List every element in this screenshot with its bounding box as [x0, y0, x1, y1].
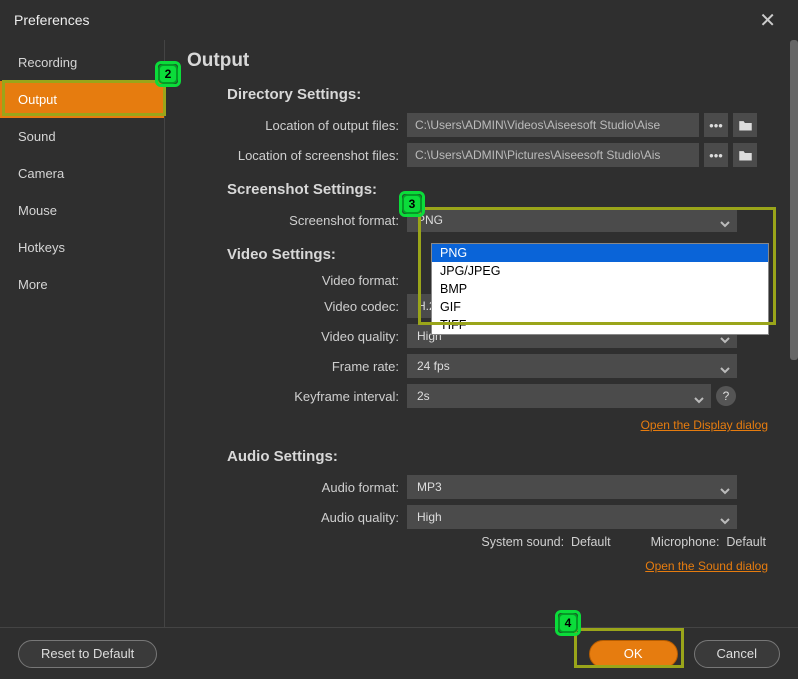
chevron-down-icon — [719, 214, 731, 238]
audio-format-value: MP3 — [417, 480, 442, 494]
screenshot-format-label: Screenshot format: — [187, 213, 407, 228]
option-tiff[interactable]: TIFF — [432, 316, 768, 334]
cancel-button[interactable]: Cancel — [694, 640, 780, 668]
sidebar-item-sound[interactable]: Sound — [0, 118, 164, 155]
sidebar-item-mouse[interactable]: Mouse — [0, 192, 164, 229]
audio-quality-value: High — [417, 510, 442, 524]
sidebar-item-recording[interactable]: Recording — [0, 44, 164, 81]
option-bmp[interactable]: BMP — [432, 280, 768, 298]
page-title: Output — [187, 50, 788, 72]
video-format-label: Video format: — [187, 273, 407, 288]
option-jpg[interactable]: JPG/JPEG — [432, 262, 768, 280]
footer: Reset to Default OK Cancel — [0, 627, 798, 679]
screenshot-path-field[interactable]: C:\Users\ADMIN\Pictures\Aiseesoft Studio… — [407, 143, 699, 167]
folder-icon[interactable] — [733, 143, 757, 167]
sidebar-item-camera[interactable]: Camera — [0, 155, 164, 192]
sidebar-item-hotkeys[interactable]: Hotkeys — [0, 229, 164, 266]
output-path-more-button[interactable]: ••• — [704, 113, 728, 137]
ok-button[interactable]: OK — [589, 640, 678, 668]
screenshot-format-select[interactable]: PNG — [407, 208, 737, 232]
section-screenshot: Screenshot Settings: — [227, 181, 788, 198]
help-icon[interactable]: ? — [716, 386, 736, 406]
audio-quality-select[interactable]: High — [407, 505, 737, 529]
open-display-dialog-link[interactable]: Open the Display dialog — [641, 418, 768, 432]
chevron-down-icon — [719, 481, 731, 505]
video-quality-label: Video quality: — [187, 329, 407, 344]
frame-rate-label: Frame rate: — [187, 359, 407, 374]
section-directory: Directory Settings: — [227, 86, 788, 103]
chevron-down-icon — [693, 390, 705, 414]
chevron-down-icon — [719, 511, 731, 535]
screenshot-format-value: PNG — [417, 213, 443, 227]
audio-format-label: Audio format: — [187, 480, 407, 495]
frame-rate-value: 24 fps — [417, 359, 450, 373]
window-title: Preferences — [14, 12, 89, 28]
audio-quality-label: Audio quality: — [187, 510, 407, 525]
video-codec-label: Video codec: — [187, 299, 407, 314]
microphone-status: Microphone: Default — [651, 535, 766, 549]
screenshot-format-options: PNG JPG/JPEG BMP GIF TIFF — [431, 243, 769, 335]
close-icon[interactable]: ✕ — [751, 4, 784, 37]
chevron-down-icon — [719, 360, 731, 384]
option-png[interactable]: PNG — [432, 244, 768, 262]
scrollbar[interactable] — [790, 40, 798, 360]
keyframe-select[interactable]: 2s — [407, 384, 711, 408]
output-path-label: Location of output files: — [187, 118, 407, 133]
frame-rate-select[interactable]: 24 fps — [407, 354, 737, 378]
screenshot-path-label: Location of screenshot files: — [187, 148, 407, 163]
main-panel: Output Directory Settings: Location of o… — [165, 40, 798, 640]
folder-icon[interactable] — [733, 113, 757, 137]
sidebar: Recording Output Sound Camera Mouse Hotk… — [0, 40, 165, 640]
sidebar-item-more[interactable]: More — [0, 266, 164, 303]
system-sound-status: System sound: Default — [481, 535, 610, 549]
option-gif[interactable]: GIF — [432, 298, 768, 316]
titlebar: Preferences ✕ — [0, 0, 798, 40]
open-sound-dialog-link[interactable]: Open the Sound dialog — [645, 559, 768, 573]
keyframe-label: Keyframe interval: — [187, 389, 407, 404]
keyframe-value: 2s — [417, 389, 430, 403]
output-path-field[interactable]: C:\Users\ADMIN\Videos\Aiseesoft Studio\A… — [407, 113, 699, 137]
section-audio: Audio Settings: — [227, 448, 788, 465]
sidebar-item-output[interactable]: Output — [0, 81, 164, 118]
screenshot-path-more-button[interactable]: ••• — [704, 143, 728, 167]
audio-format-select[interactable]: MP3 — [407, 475, 737, 499]
reset-button[interactable]: Reset to Default — [18, 640, 157, 668]
